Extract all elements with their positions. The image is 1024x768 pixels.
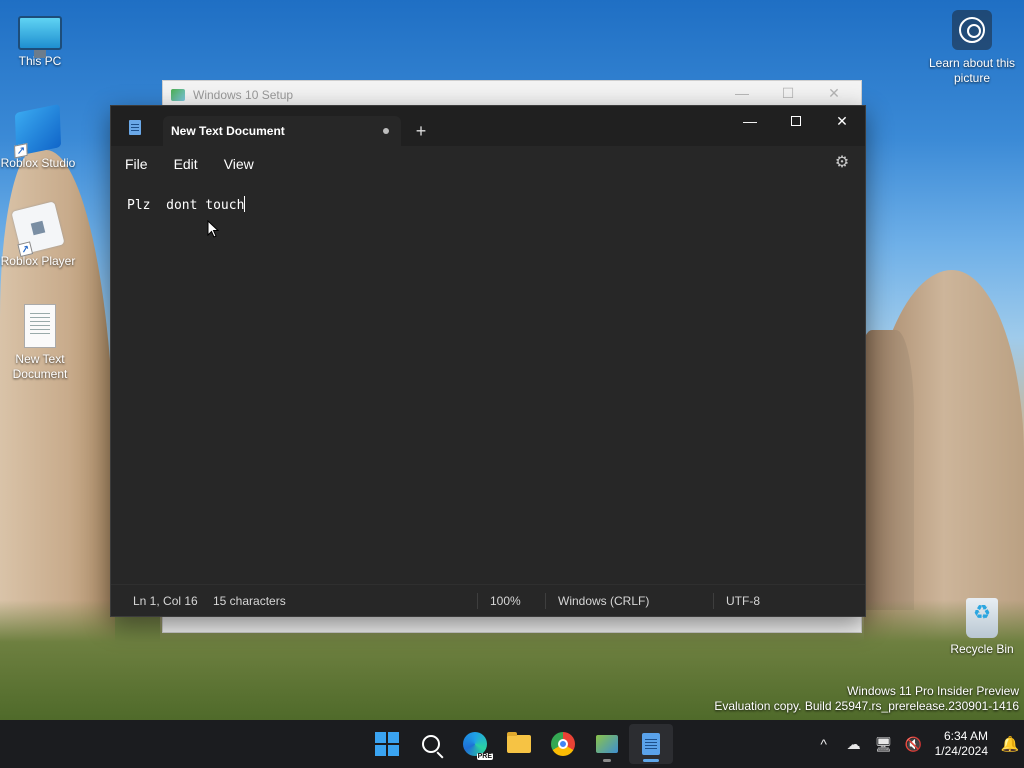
chrome-icon: [551, 732, 575, 756]
status-position: Ln 1, Col 16: [133, 593, 198, 608]
maximize-button[interactable]: [773, 106, 819, 136]
desktop-icon-label: Recycle Bin: [950, 642, 1014, 656]
taskbar-notepad[interactable]: [629, 724, 673, 764]
setup-maximize-button[interactable]: ☐: [765, 85, 811, 102]
menu-view[interactable]: View: [218, 156, 266, 172]
setup-icon: [596, 735, 618, 753]
clock-date: 1/24/2024: [934, 744, 988, 758]
active-indicator: [643, 759, 659, 762]
windows-watermark: Windows 11 Pro Insider Preview Evaluatio…: [714, 684, 1019, 714]
setup-app-icon: [171, 88, 185, 101]
text-caret: [244, 196, 246, 212]
editor-text: Plz dont touch: [127, 198, 245, 213]
status-bar: Ln 1, Col 16 15 characters 100% Windows …: [111, 584, 865, 616]
mouse-pointer-icon: [207, 220, 219, 238]
watermark-line-2: Evaluation copy. Build 25947.rs_prerelea…: [714, 699, 1019, 713]
recycle-bin-icon: [966, 598, 998, 638]
maximize-icon: [791, 116, 801, 126]
volume-muted-icon[interactable]: 🔇: [899, 736, 929, 753]
notepad-app-icon: [129, 120, 141, 135]
camera-icon: [952, 10, 992, 50]
desktop-icon-new-text-document[interactable]: New Text Document: [0, 304, 80, 382]
learn-about-picture[interactable]: Learn about this picture: [926, 10, 1018, 86]
running-indicator: [603, 759, 611, 762]
notification-bell-icon[interactable]: 🔔: [996, 735, 1024, 753]
watermark-line-1: Windows 11 Pro Insider Preview: [847, 684, 1019, 698]
clock[interactable]: 6:34 AM 1/24/2024: [929, 729, 996, 759]
status-encoding[interactable]: UTF-8: [713, 592, 760, 609]
taskbar-windows-setup[interactable]: [585, 724, 629, 764]
status-zoom[interactable]: 100%: [477, 592, 545, 609]
desktop-icon-roblox-player[interactable]: ↗ Roblox Player: [0, 201, 78, 269]
shortcut-arrow-icon: ↗: [17, 241, 34, 258]
menu-edit[interactable]: Edit: [168, 156, 210, 172]
roblox-studio-icon: ↗: [14, 103, 62, 159]
tray-overflow-chevron-icon[interactable]: ^: [809, 736, 839, 752]
onedrive-offline-icon[interactable]: ☁: [839, 736, 869, 753]
notepad-icon: [642, 733, 660, 755]
desktop-icon-label: Roblox Player: [0, 254, 76, 268]
shortcut-arrow-icon: ↗: [14, 143, 28, 159]
setup-title: Windows 10 Setup: [193, 87, 294, 102]
folder-icon: [507, 732, 531, 753]
system-tray: ^ ☁ 🖥 🔇 6:34 AM 1/24/2024 🔔: [809, 720, 1024, 768]
search-icon: [422, 735, 440, 753]
desktop-icon-recycle-bin[interactable]: Recycle Bin: [942, 598, 1022, 657]
taskbar-apps: [365, 720, 673, 768]
status-line-endings[interactable]: Windows (CRLF): [545, 592, 713, 609]
taskbar: ^ ☁ 🖥 🔇 6:34 AM 1/24/2024 🔔: [0, 720, 1024, 768]
start-button[interactable]: [365, 724, 409, 764]
unsaved-dot-icon[interactable]: [383, 128, 389, 134]
learn-about-picture-label: Learn about this picture: [928, 56, 1016, 85]
setup-minimize-button[interactable]: —: [719, 85, 765, 102]
taskbar-chrome[interactable]: [541, 724, 585, 764]
text-editor[interactable]: Plz dont touch: [111, 182, 865, 584]
gear-icon[interactable]: ⚙: [833, 154, 851, 172]
roblox-player-icon: ↗: [11, 201, 65, 258]
taskbar-file-explorer[interactable]: [497, 724, 541, 764]
desktop-icon-label: New Text Document: [12, 352, 68, 381]
taskbar-edge-preview[interactable]: [453, 724, 497, 764]
search-button[interactable]: [409, 724, 453, 764]
tab-new-text-document[interactable]: New Text Document: [163, 116, 401, 146]
edge-preview-icon: [463, 732, 493, 760]
clock-time: 6:34 AM: [943, 729, 988, 743]
notepad-titlebar[interactable]: New Text Document + — ✕: [111, 106, 865, 146]
desktop-icon-this-pc[interactable]: This PC: [0, 10, 80, 69]
computer-icon: [18, 16, 62, 58]
setup-window-controls: — ☐ ✕: [719, 85, 857, 102]
desktop-icon-label: Roblox Studio: [0, 156, 76, 170]
minimize-button[interactable]: —: [727, 106, 773, 136]
network-icon[interactable]: 🖥: [869, 736, 899, 753]
notepad-window-controls: — ✕: [727, 106, 865, 136]
new-tab-button[interactable]: +: [401, 116, 441, 146]
menu-file[interactable]: File: [119, 156, 160, 172]
menu-bar: File Edit View ⚙: [111, 146, 865, 182]
text-document-icon: [24, 304, 56, 348]
close-button[interactable]: ✕: [819, 106, 865, 136]
status-characters: 15 characters: [213, 593, 286, 608]
setup-close-button[interactable]: ✕: [811, 85, 857, 102]
notepad-window[interactable]: New Text Document + — ✕ File Edit View ⚙…: [110, 105, 866, 617]
windows-logo-icon: [375, 732, 399, 756]
tab-title: New Text Document: [171, 124, 285, 138]
desktop-icon-roblox-studio[interactable]: ↗ Roblox Studio: [0, 103, 78, 171]
